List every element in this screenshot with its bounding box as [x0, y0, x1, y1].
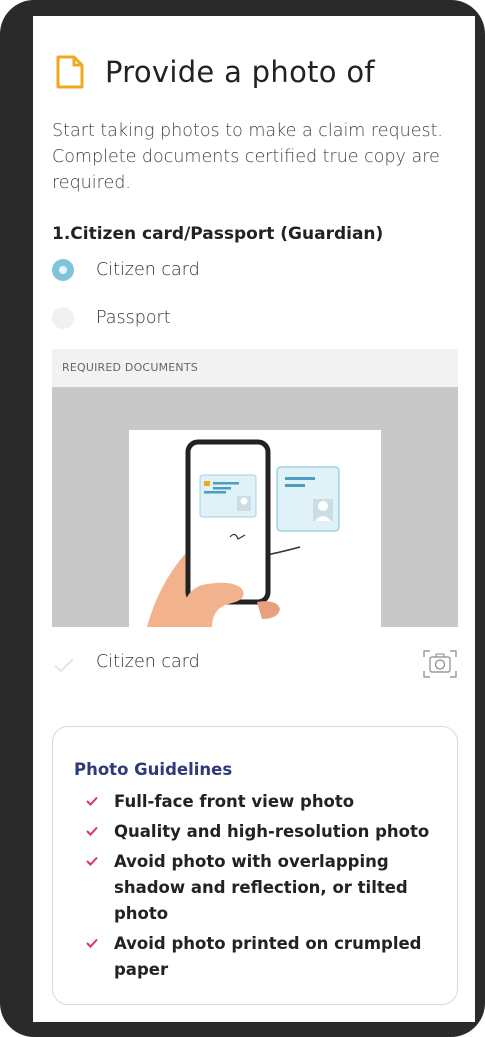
guideline-item: Full-face front view photo [74, 789, 444, 815]
phone-scan-illustration [147, 439, 340, 627]
document-icon [56, 55, 84, 89]
page-title: Provide a photo of [105, 55, 375, 89]
camera-icon[interactable] [422, 648, 458, 680]
intro-text: Start taking photos to make a claim requ… [52, 121, 443, 193]
document-preview-image [52, 387, 458, 627]
photo-guidelines-card: Photo Guidelines Full-face front view ph… [52, 726, 458, 1005]
guideline-item: Quality and high-resolution photo [74, 819, 444, 845]
guideline-item: Avoid photo printed on crumpled paper [74, 931, 444, 983]
document-item-label: Citizen card [96, 652, 200, 672]
check-icon [86, 938, 98, 948]
required-documents-label: REQUIRED DOCUMENTS [62, 361, 198, 374]
guideline-item: Avoid photo with overlapping shadow and … [74, 849, 444, 927]
guidelines-list: Full-face front view photo Quality and h… [74, 789, 444, 987]
radio-unselected-icon[interactable] [52, 307, 74, 329]
page-header: Provide a photo of [55, 54, 375, 90]
radio-option-passport[interactable]: Passport [52, 307, 171, 329]
radio-option-citizen-card[interactable]: Citizen card [52, 259, 200, 281]
screen: Provide a photo of Start taking photos t… [33, 16, 475, 1022]
radio-selected-icon[interactable] [52, 259, 74, 281]
check-icon [86, 856, 98, 866]
document-item-citizen-card[interactable]: Citizen card [52, 648, 458, 680]
radio-label: Citizen card [96, 260, 200, 280]
required-documents-header: REQUIRED DOCUMENTS [52, 349, 458, 387]
guidelines-title: Photo Guidelines [74, 760, 233, 779]
check-icon [86, 826, 98, 836]
device-frame: Provide a photo of Start taking photos t… [0, 0, 485, 1037]
radio-label: Passport [96, 308, 171, 328]
check-icon [86, 796, 98, 806]
check-icon [54, 658, 74, 673]
section-title: 1.Citizen card/Passport (Guardian) [52, 224, 384, 244]
